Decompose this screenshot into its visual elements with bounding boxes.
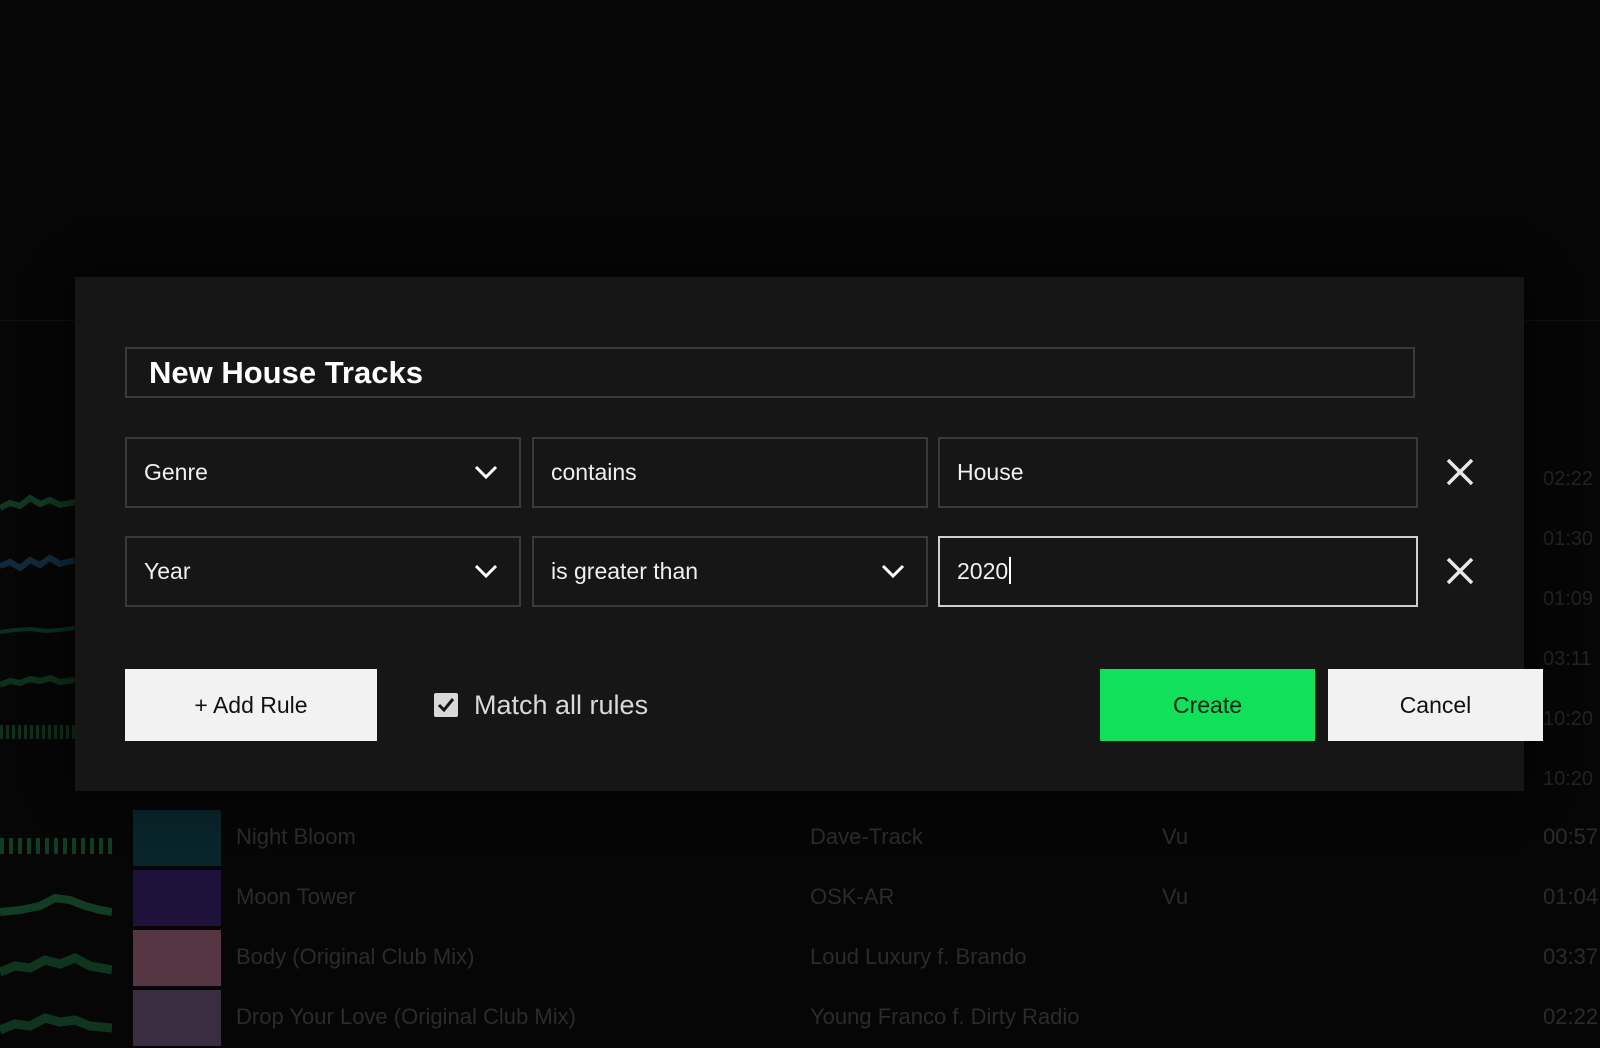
rule-2-value-input[interactable]: 2020 [938, 536, 1418, 607]
cancel-button[interactable]: Cancel [1328, 669, 1543, 741]
track-artist: Dave-Track [810, 824, 923, 849]
match-all-checkbox[interactable] [434, 693, 458, 717]
track-artist: Young Franco f. Dirty Radio [810, 1004, 1080, 1029]
rule-1-field-value: Genre [144, 459, 208, 485]
rule-1-field-select[interactable]: Genre [125, 437, 521, 508]
rule-2-operator-select[interactable]: is greater than [532, 536, 928, 607]
waveform-thumbnail [0, 893, 112, 916]
chevron-down-icon [881, 564, 905, 579]
add-rule-button[interactable]: + Add Rule [125, 669, 377, 741]
track-duration: 01:09 [1543, 588, 1594, 610]
track-duration: 03:11 [1543, 648, 1592, 670]
match-all-rules-toggle[interactable]: Match all rules [434, 669, 648, 741]
waveform-thumbnail [0, 674, 75, 688]
rule-1-value-text: House [957, 459, 1024, 485]
rule-1-value-input[interactable]: House [938, 437, 1418, 508]
waveform-thumbnail [0, 626, 75, 634]
remove-rule-2-close-icon[interactable] [1443, 554, 1477, 588]
chevron-down-icon [474, 465, 498, 480]
track-duration: 01:04 [1543, 884, 1599, 909]
rule-1-operator-value: contains [551, 459, 637, 485]
rule-2-value-text: 2020 [957, 558, 1009, 584]
track-label: Vu [1162, 824, 1189, 849]
track-title: Body (Original Club Mix) [236, 944, 475, 969]
waveform-thumbnail [0, 1013, 112, 1035]
waveform-thumbnail [0, 838, 112, 854]
album-art [133, 930, 221, 986]
track-artist: OSK-AR [810, 884, 895, 909]
track-duration: 10:20 [1543, 768, 1594, 790]
track-duration: 02:22 [1543, 468, 1594, 490]
text-caret [1009, 557, 1012, 585]
track-row[interactable]: Body (Original Club Mix) Loud Luxury f. … [0, 928, 1600, 988]
track-duration: 03:37 [1543, 944, 1599, 969]
waveform-thumbnail [0, 725, 75, 739]
smart-playlist-dialog: New House Tracks Genre contains House Ye… [75, 277, 1543, 791]
match-all-label: Match all rules [474, 689, 649, 720]
create-button[interactable]: Create [1100, 669, 1315, 741]
album-art [133, 810, 221, 866]
track-duration: 00:57 [1543, 824, 1599, 849]
track-title: Moon Tower [236, 884, 356, 909]
rule-2-field-value: Year [144, 558, 191, 584]
track-row[interactable]: Drop Your Love (Original Club Mix) Young… [0, 988, 1600, 1048]
track-artist: Loud Luxury f. Brando [810, 944, 1027, 969]
track-title: Night Bloom [236, 824, 356, 849]
waveform-thumbnail [0, 494, 75, 511]
album-art [133, 990, 221, 1046]
playlist-name-input[interactable]: New House Tracks [125, 347, 1415, 398]
track-label: Vu [1162, 884, 1189, 909]
checkmark-icon [437, 698, 455, 713]
rule-1-operator-input[interactable]: contains [532, 437, 928, 508]
track-duration: 02:22 [1543, 1004, 1599, 1029]
remove-rule-1-close-icon[interactable] [1443, 455, 1477, 489]
rule-2-operator-value: is greater than [551, 558, 699, 584]
track-duration: 10:20 [1543, 708, 1594, 730]
track-duration: 01:30 [1543, 528, 1594, 550]
chevron-down-icon [474, 564, 498, 579]
track-row[interactable]: Night Bloom Dave-Track Vu 00:57 [0, 808, 1600, 868]
waveform-thumbnail [0, 953, 112, 977]
track-row[interactable]: Moon Tower OSK-AR Vu 01:04 [0, 868, 1600, 928]
waveform-thumbnail [0, 554, 75, 572]
playlist-name-value: New House Tracks [149, 355, 423, 390]
track-title: Drop Your Love (Original Club Mix) [236, 1004, 576, 1029]
album-art [133, 870, 221, 926]
rule-2-field-select[interactable]: Year [125, 536, 521, 607]
